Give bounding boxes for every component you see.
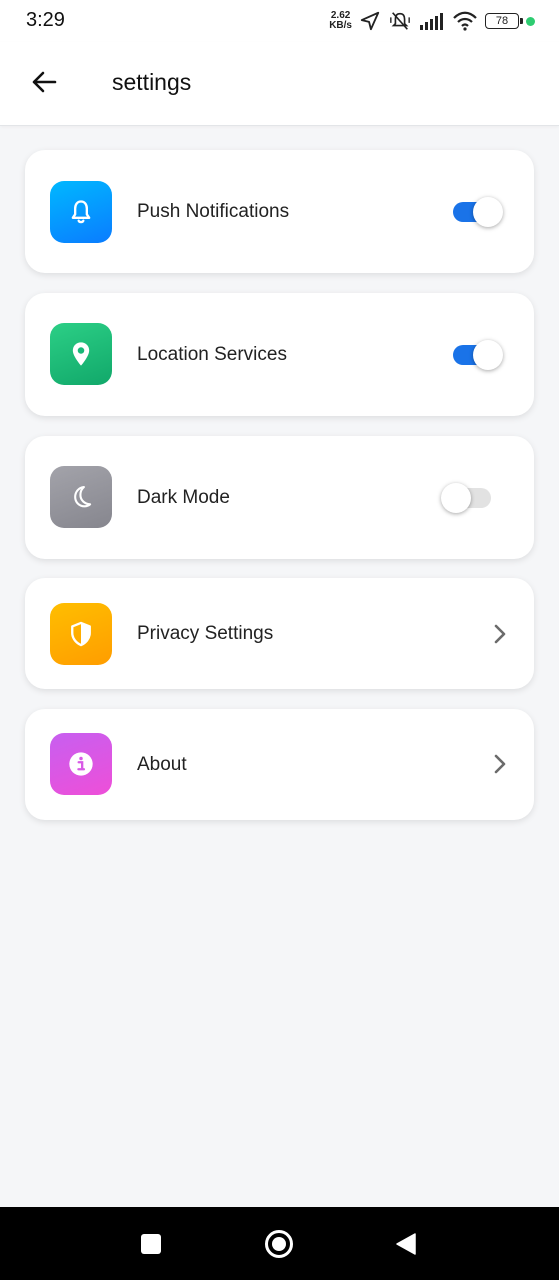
setting-card-dark-mode[interactable]: Dark Mode xyxy=(25,436,534,559)
status-icons: 2.62 KB/s 78 xyxy=(329,8,535,34)
dark-mode-icon-tile xyxy=(50,466,112,528)
setting-card-about[interactable]: About xyxy=(25,709,534,820)
back-button[interactable] xyxy=(24,62,64,102)
toggle-knob xyxy=(473,340,503,370)
setting-card-privacy-settings[interactable]: Privacy Settings xyxy=(25,578,534,689)
about-label: About xyxy=(137,754,187,775)
page-title: settings xyxy=(112,69,192,95)
system-navigation-bar xyxy=(0,1207,559,1280)
push-notifications-label: Push Notifications xyxy=(137,201,290,222)
about-icon-tile xyxy=(50,733,112,795)
location-services-label: Location Services xyxy=(137,344,287,365)
toggle-knob xyxy=(473,197,503,227)
info-icon xyxy=(69,752,93,776)
vibrate-mute-icon xyxy=(390,12,410,30)
circle-home-icon xyxy=(265,1230,293,1258)
arrow-left-icon xyxy=(32,71,57,93)
home-button[interactable] xyxy=(264,1229,294,1259)
bell-icon xyxy=(71,200,91,224)
battery-level: 78 xyxy=(495,15,509,27)
push-notifications-icon-tile xyxy=(50,181,112,243)
toggle-knob xyxy=(441,483,471,513)
status-bar: 3:29 2.62 KB/s 78 xyxy=(0,0,559,42)
wifi-icon xyxy=(453,11,477,31)
dark-mode-label: Dark Mode xyxy=(137,487,230,508)
battery-icon: 78 xyxy=(485,13,523,29)
app-bar: settings xyxy=(0,42,559,126)
network-speed-unit: KB/s xyxy=(329,20,352,31)
location-services-icon-tile xyxy=(50,323,112,385)
shield-icon xyxy=(71,621,91,647)
privacy-settings-icon-tile xyxy=(50,603,112,665)
square-recents-icon xyxy=(141,1234,161,1254)
chevron-right-icon[interactable] xyxy=(488,622,512,646)
back-nav-button[interactable] xyxy=(391,1229,421,1259)
location-arrow-icon xyxy=(360,11,380,31)
signal-icon xyxy=(420,13,443,30)
location-services-toggle[interactable] xyxy=(451,340,503,370)
setting-card-location-services[interactable]: Location Services xyxy=(25,293,534,416)
network-speed: 2.62 KB/s xyxy=(329,11,352,31)
moon-icon xyxy=(74,486,92,508)
chevron-right-icon[interactable] xyxy=(488,752,512,776)
setting-card-push-notifications[interactable]: Push Notifications xyxy=(25,150,534,273)
push-notifications-toggle[interactable] xyxy=(451,197,503,227)
recents-button[interactable] xyxy=(136,1229,166,1259)
status-time: 3:29 xyxy=(26,9,65,31)
location-pin-icon xyxy=(72,342,90,366)
triangle-back-icon xyxy=(396,1233,416,1255)
status-indicator-dot xyxy=(526,16,535,26)
dark-mode-toggle[interactable] xyxy=(441,483,493,513)
privacy-settings-label: Privacy Settings xyxy=(137,623,274,644)
